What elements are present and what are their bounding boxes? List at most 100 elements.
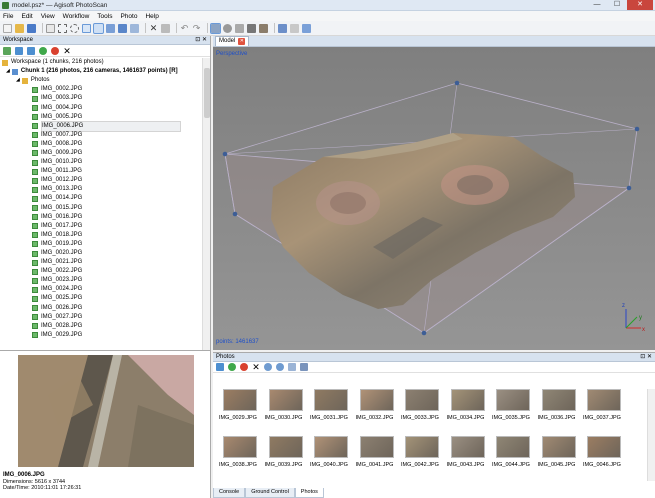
photo-thumbnail[interactable]: IMG_0041.JPG <box>356 436 401 468</box>
thumbnails-view-icon[interactable] <box>300 363 308 371</box>
show-cameras-icon[interactable] <box>278 23 287 33</box>
workspace-panel-controls[interactable]: ⊡ ✕ <box>195 36 207 45</box>
zoom-in-icon[interactable] <box>264 363 272 371</box>
photo-list-item[interactable]: IMG_0006.JPG <box>0 120 203 132</box>
region-corner[interactable] <box>454 80 460 86</box>
photo-list-item[interactable]: IMG_0022.JPG <box>0 267 203 276</box>
add-chunk-icon[interactable] <box>3 46 11 55</box>
undo-icon[interactable]: ↶ <box>180 23 189 33</box>
free-form-selection-icon[interactable] <box>82 23 91 33</box>
reset-view-icon[interactable] <box>302 23 311 33</box>
workspace-scrollbar[interactable] <box>202 58 210 350</box>
disable-icon[interactable] <box>240 363 248 371</box>
photo-list-item[interactable]: IMG_0017.JPG <box>0 222 203 231</box>
photo-thumbnail[interactable]: IMG_0030.JPG <box>265 389 310 421</box>
redo-icon[interactable]: ↷ <box>192 23 201 33</box>
disable-icon[interactable] <box>51 46 59 55</box>
menu-file[interactable]: File <box>3 13 13 20</box>
shaded-icon[interactable] <box>223 23 232 33</box>
close-button[interactable]: ✕ <box>627 0 653 10</box>
photo-list-item[interactable]: IMG_0009.JPG <box>0 149 203 158</box>
menu-tools[interactable]: Tools <box>97 13 112 20</box>
photos-scrollbar[interactable] <box>647 389 655 481</box>
photo-list-item[interactable]: IMG_0028.JPG <box>0 322 203 331</box>
photo-thumbnail[interactable]: IMG_0039.JPG <box>265 436 310 468</box>
new-icon[interactable] <box>3 23 12 33</box>
details-view-icon[interactable] <box>288 363 296 371</box>
photo-thumbnail[interactable]: IMG_0033.JPG <box>401 389 446 421</box>
scrollbar-thumb[interactable] <box>204 68 210 118</box>
textured-icon[interactable] <box>259 23 268 33</box>
close-tab-icon[interactable]: ✕ <box>238 38 246 45</box>
region-corner[interactable] <box>626 185 632 191</box>
photo-list-item[interactable]: IMG_0003.JPG <box>0 94 203 103</box>
menu-view[interactable]: View <box>41 13 55 20</box>
delete-selection-icon[interactable]: ✕ <box>149 23 158 33</box>
collapse-arrow-icon[interactable]: ◢ <box>16 76 20 85</box>
resize-region-icon[interactable] <box>106 23 115 33</box>
photo-thumbnail[interactable]: IMG_0034.JPG <box>447 389 492 421</box>
photo-list-item[interactable]: IMG_0013.JPG <box>0 185 203 194</box>
menu-photo[interactable]: Photo <box>120 13 137 20</box>
photo-thumbnail[interactable]: IMG_0035.JPG <box>492 389 537 421</box>
photo-list-item[interactable]: IMG_0021.JPG <box>0 258 203 267</box>
photo-list-item[interactable]: IMG_0014.JPG <box>0 194 203 203</box>
photo-thumbnail[interactable]: IMG_0038.JPG <box>219 436 264 468</box>
photo-list-item[interactable]: IMG_0025.JPG <box>0 294 203 303</box>
tab-ground-control[interactable]: Ground Control <box>245 488 295 498</box>
show-region-icon[interactable] <box>290 23 299 33</box>
chunk-item[interactable]: ◢ Chunk 1 (216 photos, 216 cameras, 1461… <box>0 67 203 76</box>
photo-thumbnail[interactable]: IMG_0031.JPG <box>310 389 355 421</box>
enable-icon[interactable] <box>228 363 236 371</box>
circle-selection-icon[interactable] <box>70 23 79 33</box>
photo-list-item[interactable]: IMG_0008.JPG <box>0 140 203 149</box>
photo-thumbnail[interactable]: IMG_0046.JPG <box>583 436 628 468</box>
photo-thumbnail[interactable]: IMG_0042.JPG <box>401 436 446 468</box>
model-viewport[interactable]: z y x Perspective points: 1461637 <box>213 47 655 350</box>
photo-list-item[interactable]: IMG_0004.JPG <box>0 103 203 112</box>
photo-thumbnail[interactable]: IMG_0029.JPG <box>219 389 264 421</box>
solid-icon[interactable] <box>235 23 244 33</box>
photo-list-item[interactable]: IMG_0023.JPG <box>0 276 203 285</box>
photo-list-item[interactable]: IMG_0016.JPG <box>0 213 203 222</box>
rotate-region-icon[interactable] <box>118 23 127 33</box>
photo-thumbnail[interactable]: IMG_0037.JPG <box>583 389 628 421</box>
photo-thumbnail[interactable]: IMG_0036.JPG <box>538 389 583 421</box>
photo-thumbnail[interactable]: IMG_0044.JPG <box>492 436 537 468</box>
enable-icon[interactable] <box>39 46 47 55</box>
photo-list-item[interactable]: IMG_0012.JPG <box>0 176 203 185</box>
tab-photos[interactable]: Photos <box>294 488 324 498</box>
open-icon[interactable] <box>15 23 24 33</box>
region-corner[interactable] <box>222 151 228 157</box>
move-region-icon[interactable] <box>93 22 104 34</box>
add-photos-icon[interactable] <box>15 46 23 55</box>
workspace-root[interactable]: Workspace (1 chunks, 216 photos) <box>0 58 203 67</box>
point-cloud-icon[interactable] <box>210 22 221 34</box>
photos-panel-controls[interactable]: ⊡ ✕ <box>640 353 652 362</box>
photo-list-item[interactable]: IMG_0007.JPG <box>0 131 203 140</box>
menu-workflow[interactable]: Workflow <box>63 13 90 20</box>
photo-list-item[interactable]: IMG_0026.JPG <box>0 304 203 313</box>
photo-list-item[interactable]: IMG_0029.JPG <box>0 331 203 340</box>
zoom-out-icon[interactable] <box>276 363 284 371</box>
add-photos-icon[interactable] <box>216 363 224 371</box>
collapse-arrow-icon[interactable]: ◢ <box>6 67 10 76</box>
photo-list-item[interactable]: IMG_0020.JPG <box>0 249 203 258</box>
region-corner[interactable] <box>634 126 640 132</box>
photo-thumbnail[interactable]: IMG_0043.JPG <box>447 436 492 468</box>
photo-list-item[interactable]: IMG_0019.JPG <box>0 240 203 249</box>
photo-list-item[interactable]: IMG_0002.JPG <box>0 85 203 94</box>
maximize-button[interactable]: ☐ <box>607 0 627 10</box>
photo-thumbnail[interactable]: IMG_0040.JPG <box>310 436 355 468</box>
wireframe-icon[interactable] <box>247 23 256 33</box>
model-scene[interactable]: z y x <box>213 47 655 350</box>
photo-list-item[interactable]: IMG_0024.JPG <box>0 285 203 294</box>
remove-icon[interactable]: ✕ <box>252 363 260 372</box>
photo-list-item[interactable]: IMG_0018.JPG <box>0 231 203 240</box>
photo-list-item[interactable]: IMG_0027.JPG <box>0 313 203 322</box>
remove-icon[interactable]: ✕ <box>63 46 71 55</box>
add-folder-icon[interactable] <box>27 46 35 55</box>
navigation-icon[interactable] <box>46 23 55 33</box>
tab-model[interactable]: Model ✕ <box>215 36 250 46</box>
save-icon[interactable] <box>27 23 36 33</box>
